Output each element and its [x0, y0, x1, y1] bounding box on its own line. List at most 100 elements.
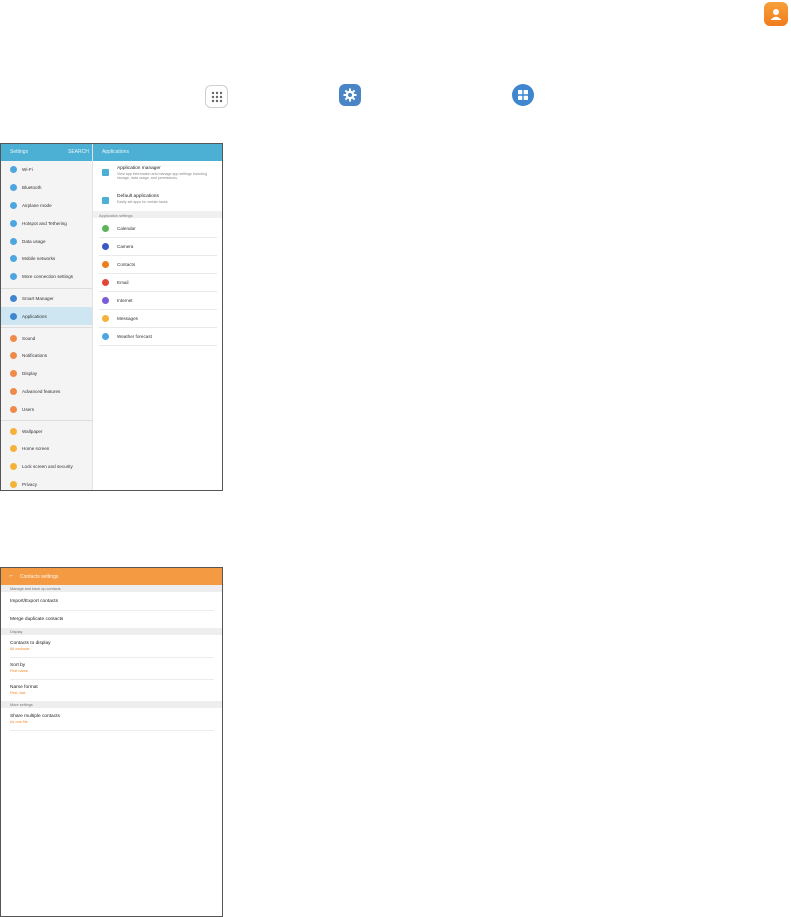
pref-title: Contacts to display — [10, 641, 51, 646]
settings-item-label: Display — [22, 371, 38, 377]
menu-separator — [1, 327, 92, 329]
settings-item-label: Applications — [22, 313, 47, 319]
data-usage-icon — [10, 237, 17, 245]
pref-title: Import/Export contacts — [10, 599, 58, 604]
apps-grid-icon[interactable] — [205, 85, 228, 108]
pref-title: Merge duplicate contacts — [10, 617, 64, 622]
settings-item-smart-manager[interactable]: Smart Manager — [1, 290, 92, 308]
bluetooth-icon — [10, 184, 17, 192]
section-header: Display — [1, 628, 222, 635]
search-button[interactable]: SEARCH — [68, 149, 89, 155]
settings-item-applications[interactable]: Applications — [1, 307, 92, 326]
pref-summary: First name — [10, 669, 28, 673]
application-manager-item[interactable]: Application manager View app information… — [99, 166, 217, 186]
camera-icon — [102, 242, 109, 250]
settings-item-advanced-features[interactable]: Advanced features — [1, 383, 92, 401]
settings-item-bluetooth[interactable]: Bluetooth — [1, 179, 92, 197]
settings-item-airplane-mode[interactable]: Airplane mode — [1, 197, 92, 215]
weather-forecast-icon — [102, 332, 109, 340]
menu-separator — [1, 287, 92, 289]
section-header-label: Display — [10, 629, 23, 634]
contacts-settings-title: Contacts settings — [20, 574, 59, 580]
pref-sort-by[interactable]: Sort by First name — [10, 657, 214, 680]
section-header: Manage and back up contacts — [1, 585, 222, 592]
pref-import-export-contacts[interactable]: Import/Export contacts — [10, 592, 214, 611]
smart-manager-icon — [10, 294, 17, 302]
back-arrow-icon[interactable]: ← — [8, 572, 15, 579]
settings-item-display[interactable]: Display — [1, 365, 92, 383]
pref-summary: First, last — [10, 691, 26, 695]
more-connection-settings-icon — [10, 273, 17, 281]
settings-menu: Wi-Fi Bluetooth Airplane mode Hotspot and T… — [1, 161, 92, 490]
contacts-settings-screen: ← Contacts settings Manage and back up c… — [0, 567, 223, 917]
settings-item-privacy[interactable]: Privacy — [1, 476, 92, 490]
pref-title: Share multiple contacts — [10, 714, 60, 719]
settings-item-home-screen[interactable]: Home screen — [1, 440, 92, 458]
app-label: Weather forecast — [117, 333, 152, 339]
app-settings-camera[interactable]: Camera — [99, 237, 217, 256]
internet-icon — [102, 296, 109, 304]
default-applications-icon — [102, 197, 109, 204]
lock-screen-and-security-icon — [10, 463, 17, 471]
messages-icon — [102, 314, 109, 322]
settings-item-notifications[interactable]: Notifications — [1, 347, 92, 365]
app-label: Email — [117, 279, 129, 285]
home-screen-icon — [10, 445, 17, 453]
app-settings-internet[interactable]: Internet — [99, 291, 217, 310]
settings-item-label: Wallpaper — [22, 428, 43, 434]
pref-merge-duplicate-contacts[interactable]: Merge duplicate contacts — [10, 610, 214, 629]
settings-item-sound[interactable]: Sound — [1, 329, 92, 347]
pref-title: Sort by — [10, 663, 26, 668]
pref-share-multiple-contacts[interactable]: Share multiple contacts As one file — [10, 708, 214, 731]
app-settings-messages[interactable]: Messages — [99, 309, 217, 328]
app-settings-calendar[interactable]: Calendar — [99, 219, 217, 238]
section-header: More settings — [1, 701, 222, 708]
app-settings-weather-forecast[interactable]: Weather forecast — [99, 327, 217, 346]
settings-item-label: Data usage — [22, 238, 46, 244]
wi-fi-icon — [10, 166, 17, 174]
display-icon — [10, 370, 17, 378]
settings-item-lock-screen-and-security[interactable]: Lock screen and security — [1, 458, 92, 476]
privacy-icon — [10, 480, 17, 488]
pref-summary: As one file — [10, 720, 28, 724]
default-applications-title: Default applications — [117, 194, 159, 199]
settings-item-label: Home screen — [22, 446, 50, 452]
settings-item-wallpaper[interactable]: Wallpaper — [1, 422, 92, 440]
settings-item-label: Lock screen and security — [22, 464, 73, 470]
settings-item-label: Mobile networks — [22, 256, 56, 262]
contacts-icon — [102, 260, 109, 268]
pref-name-format[interactable]: Name format First, last — [10, 679, 214, 702]
app-label: Internet — [117, 297, 133, 303]
application-settings-bar: Application settings — [93, 211, 222, 218]
default-applications-item[interactable]: Default applications Easily set apps for… — [99, 194, 217, 208]
application-settings-label: Application settings — [99, 212, 133, 218]
email-icon — [102, 278, 109, 286]
contacts-app-icon[interactable] — [764, 2, 788, 26]
app-label: Camera — [117, 243, 134, 249]
app-settings-contacts[interactable]: Contacts — [99, 255, 217, 274]
settings-item-label: More connection settings — [22, 274, 74, 280]
pref-contacts-to-display[interactable]: Contacts to display All contacts — [10, 635, 214, 658]
settings-item-wi-fi[interactable]: Wi-Fi — [1, 161, 92, 179]
menu-separator — [1, 420, 92, 422]
settings-item-hotspot-and-tethering[interactable]: Hotspot and Tethering — [1, 214, 92, 232]
app-label: Messages — [117, 315, 138, 321]
settings-item-data-usage[interactable]: Data usage — [1, 232, 92, 250]
mobile-networks-icon — [10, 255, 17, 263]
settings-item-more-connection-settings[interactable]: More connection settings — [1, 268, 92, 286]
applications-pane: Application manager View app information… — [93, 161, 222, 490]
settings-item-mobile-networks[interactable]: Mobile networks — [1, 250, 92, 268]
default-applications-desc: Easily set apps for certain tasks. — [117, 200, 169, 204]
app-label: Calendar — [117, 225, 136, 231]
applications-icon[interactable] — [512, 84, 534, 106]
settings-item-users[interactable]: Users — [1, 400, 92, 418]
applications-icon — [10, 312, 17, 320]
applications-title: Applications — [102, 149, 129, 155]
settings-gear-icon[interactable] — [339, 84, 361, 106]
app-settings-email[interactable]: Email — [99, 273, 217, 292]
section-header-label: Manage and back up contacts — [10, 586, 61, 591]
calendar-icon — [102, 224, 109, 232]
settings-item-label: Bluetooth — [22, 185, 42, 191]
sound-icon — [10, 334, 17, 342]
hotspot-and-tethering-icon — [10, 219, 17, 227]
